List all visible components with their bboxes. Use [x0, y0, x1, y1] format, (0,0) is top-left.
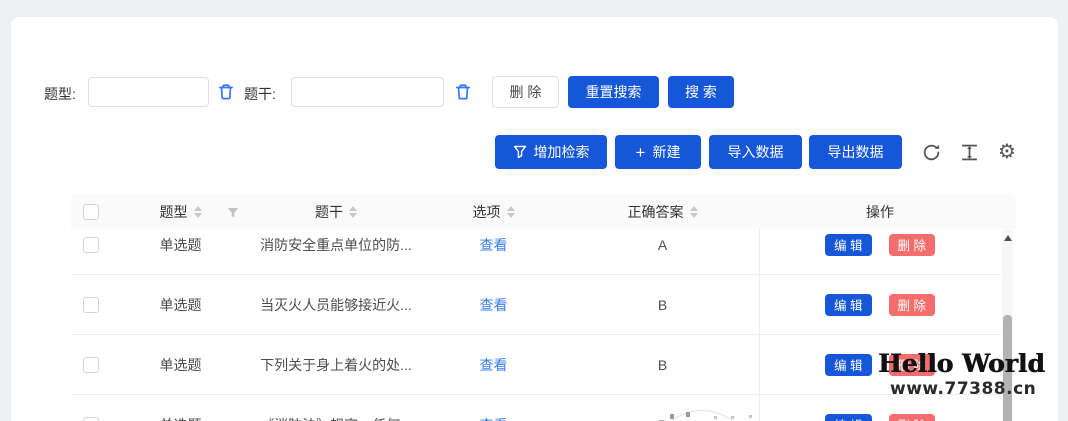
content-card: 题型: 题干: 删 除 重置搜索 搜 索 增加检索 + 新建 导入数据 导出数据… — [11, 17, 1058, 421]
header-actions: 操作 — [759, 194, 1001, 229]
view-options-link[interactable]: 查看 — [480, 415, 508, 421]
view-options-link[interactable]: 查看 — [480, 295, 508, 315]
header-select-all-cell — [71, 194, 110, 229]
cell-stem: 消防安全重点单位的防... — [260, 236, 412, 253]
edit-button[interactable]: 编 辑 — [825, 233, 872, 256]
row-checkbox[interactable] — [82, 356, 99, 373]
add-filter-button[interactable]: 增加检索 — [495, 135, 607, 169]
header-actions-label: 操作 — [866, 203, 894, 220]
header-options-label: 选项 — [472, 203, 501, 220]
sort-options-icon[interactable] — [506, 205, 515, 218]
question-bank-page: 题型: 题干: 删 除 重置搜索 搜 索 增加检索 + 新建 导入数据 导出数据… — [0, 0, 1068, 421]
clear-type-trash-icon[interactable] — [217, 83, 235, 101]
cell-type: 单选题 — [110, 395, 251, 421]
clear-stem-trash-icon[interactable] — [454, 83, 472, 101]
table-row: 单选题 消防安全重点单位的防... 查看 A 编 辑 删 除 — [71, 229, 1001, 275]
select-all-checkbox[interactable] — [82, 203, 99, 220]
table-row: 单选题 下列关于身上着火的处... 查看 B 编 辑 删 除 — [71, 335, 1001, 395]
cell-type: 单选题 — [159, 356, 202, 373]
refresh-icon[interactable] — [919, 140, 943, 164]
filter-funnel-icon[interactable] — [227, 206, 239, 222]
row-checkbox[interactable] — [82, 416, 99, 421]
type-filter-input[interactable] — [88, 77, 209, 107]
delete-row-button[interactable]: 删 除 — [888, 413, 935, 421]
cell-stem: 下列关于身上着火的处... — [260, 356, 412, 373]
scroll-up-arrow-icon[interactable] — [1003, 235, 1012, 241]
sort-answer-icon[interactable] — [689, 205, 698, 218]
delete-button[interactable]: 删 除 — [492, 76, 559, 108]
header-stem-label: 题干 — [315, 203, 343, 220]
header-stem: 题干 — [251, 194, 421, 229]
new-button[interactable]: + 新建 — [615, 135, 701, 169]
reset-search-button[interactable]: 重置搜索 — [568, 76, 659, 108]
cell-stem: 《消防法》规定：任何... — [251, 395, 421, 421]
export-data-button[interactable]: 导出数据 — [809, 135, 902, 169]
scrollbar-thumb[interactable] — [1003, 315, 1012, 421]
stem-filter-label: 题干: — [244, 86, 276, 102]
sort-type-icon[interactable] — [193, 205, 202, 218]
plus-icon: + — [635, 142, 646, 162]
table-body: 单选题 消防安全重点单位的防... 查看 A 编 辑 删 除 单选题 当灭火人员… — [71, 229, 1001, 421]
header-type-label: 题型 — [159, 203, 188, 220]
row-checkbox[interactable] — [82, 236, 99, 253]
header-answer-label: 正确答案 — [627, 203, 684, 220]
new-label: 新建 — [652, 144, 681, 160]
header-answer: 正确答案 — [566, 194, 759, 229]
delete-row-button[interactable]: 删 除 — [888, 353, 935, 376]
header-type: 题型 — [110, 194, 251, 229]
import-data-button[interactable]: 导入数据 — [709, 135, 802, 169]
add-filter-label: 增加检索 — [533, 144, 590, 160]
cell-type: 单选题 — [159, 236, 202, 253]
view-options-link[interactable]: 查看 — [480, 355, 508, 375]
cell-stem: 当灭火人员能够接近火... — [260, 296, 412, 313]
cell-answer: B — [657, 296, 668, 313]
type-filter-label: 题型: — [44, 86, 76, 102]
view-options-link[interactable]: 查看 — [480, 235, 508, 255]
search-button[interactable]: 搜 索 — [668, 76, 734, 108]
cell-answer: B — [657, 356, 668, 373]
stem-filter-input[interactable] — [291, 77, 444, 107]
row-checkbox[interactable] — [82, 296, 99, 313]
table-row: 单选题 《消防法》规定：任何... 查看 B 编 辑 删 除 — [71, 395, 1001, 421]
header-options: 选项 — [421, 194, 566, 229]
cell-answer: A — [657, 236, 668, 253]
table-scrollbar[interactable] — [1002, 230, 1013, 421]
edit-button[interactable]: 编 辑 — [825, 413, 872, 421]
edit-button[interactable]: 编 辑 — [825, 353, 872, 376]
column-height-icon[interactable] — [957, 140, 981, 164]
funnel-icon — [513, 145, 527, 159]
sort-stem-icon[interactable] — [349, 205, 357, 218]
table-header: 题型 题干 选项 正确答案 操作 — [71, 194, 1016, 229]
settings-gear-icon[interactable]: ⚙ — [995, 140, 1019, 164]
edit-button[interactable]: 编 辑 — [825, 293, 872, 316]
table-row: 单选题 当灭火人员能够接近火... 查看 B 编 辑 删 除 — [71, 275, 1001, 335]
delete-row-button[interactable]: 删 除 — [888, 233, 935, 256]
cell-type: 单选题 — [159, 296, 202, 313]
delete-row-button[interactable]: 删 除 — [888, 293, 935, 316]
